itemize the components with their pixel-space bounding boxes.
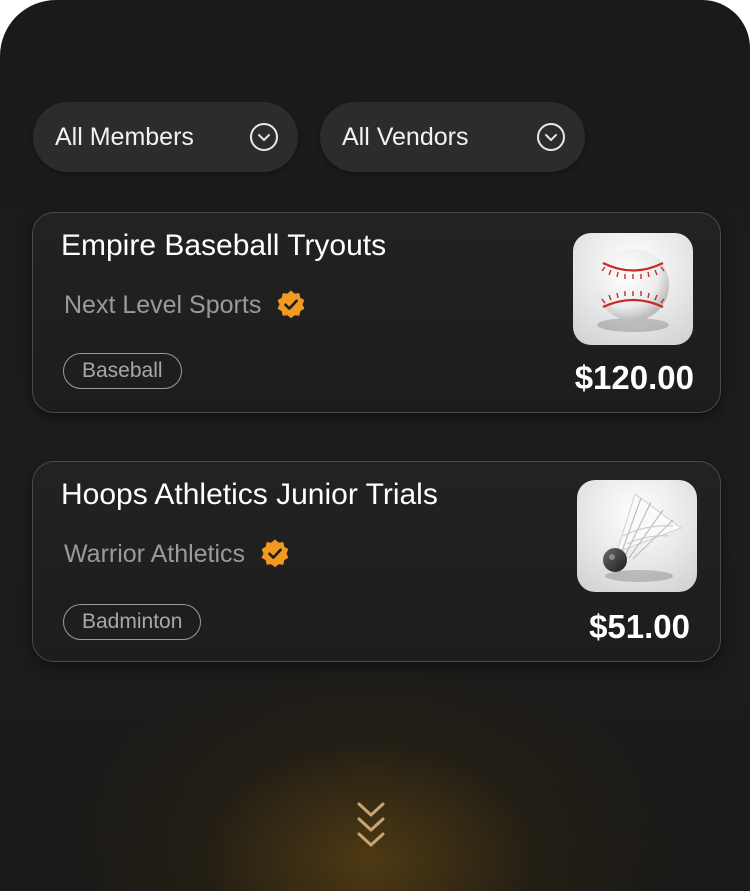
verified-badge-icon	[277, 290, 305, 319]
chevron-down-icon	[250, 123, 278, 151]
vendor-row: Next Level Sports	[64, 289, 307, 321]
triple-chevron-down-icon[interactable]	[355, 800, 387, 852]
vendor-row: Warrior Athletics	[64, 538, 291, 570]
event-title: Hoops Athletics Junior Trials	[61, 478, 438, 511]
vendor-name: Warrior Athletics	[64, 539, 246, 568]
event-title: Empire Baseball Tryouts	[61, 229, 387, 262]
sport-tag: Badminton	[63, 604, 202, 640]
vendor-filter-label: All Vendors	[342, 122, 469, 151]
vendor-name: Next Level Sports	[64, 290, 262, 319]
sport-tag: Baseball	[63, 353, 182, 389]
event-price: $51.00	[589, 608, 690, 645]
screen: All Members All Vendors Empire Baseball …	[0, 0, 750, 891]
verified-badge-icon	[261, 539, 289, 568]
chevron-down-icon	[537, 123, 565, 151]
vendor-filter-dropdown[interactable]: All Vendors	[320, 102, 585, 172]
event-card[interactable]: Empire Baseball Tryouts Next Level Sport…	[32, 212, 721, 413]
member-filter-label: All Members	[55, 122, 194, 151]
event-card[interactable]: Hoops Athletics Junior Trials Warrior At…	[32, 461, 721, 662]
member-filter-dropdown[interactable]: All Members	[33, 102, 298, 172]
baseball-image	[573, 233, 693, 345]
event-price: $120.00	[574, 359, 694, 396]
shuttlecock-image	[577, 480, 697, 592]
